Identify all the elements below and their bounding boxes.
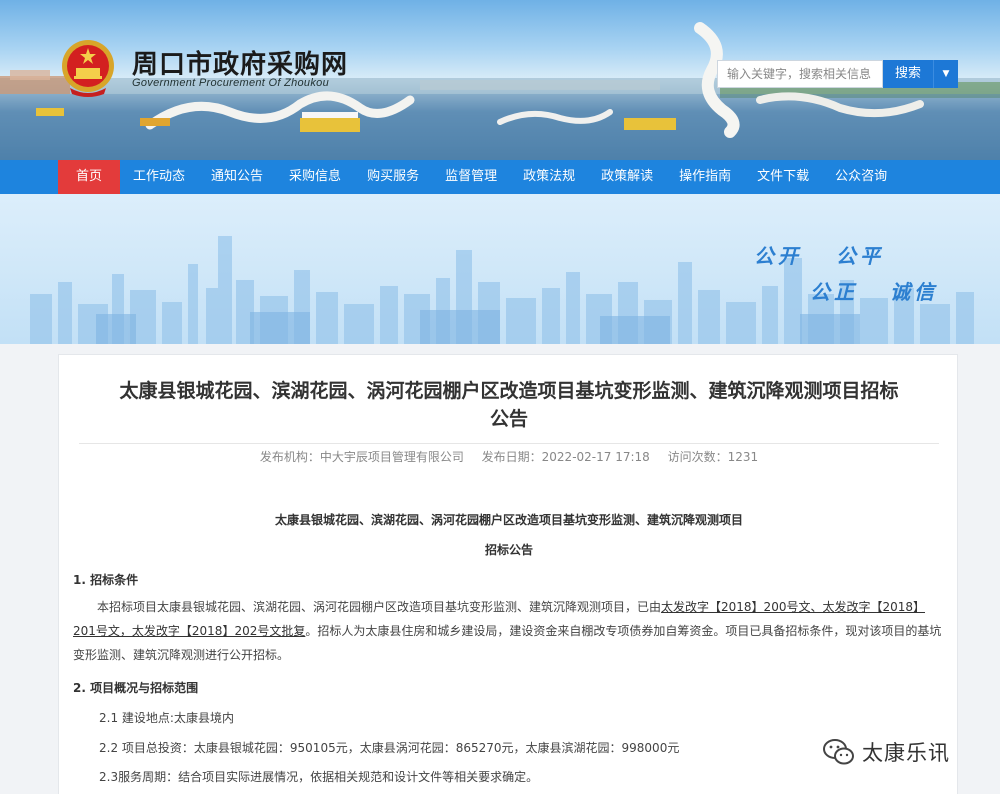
nav-item-work-news[interactable]: 工作动态 (120, 160, 198, 194)
nav-item-guide[interactable]: 操作指南 (666, 160, 744, 194)
search-input[interactable]: 输入关键字，搜索相关信息 (717, 60, 883, 88)
search-button[interactable]: 搜索 (883, 60, 933, 88)
article-title: 太康县银城花园、滨湖花园、涡河花园棚户区改造项目基坑变形监测、建筑沉降观测项目招… (119, 380, 899, 430)
nav-item-downloads[interactable]: 文件下载 (744, 160, 822, 194)
watermark-text: 太康乐讯 (862, 741, 950, 765)
national-emblem-icon (62, 40, 114, 97)
slogan-integrity: 诚信 (890, 280, 938, 304)
nav-item-purchase-services[interactable]: 购买服务 (354, 160, 432, 194)
document-subtitle: 招标公告 (484, 543, 533, 557)
nav-item-policy-interpretation[interactable]: 政策解读 (588, 160, 666, 194)
article-meta: 发布机构：中大宇辰项目管理有限公司 发布日期：2022-02-17 17:18 … (79, 443, 939, 469)
publish-date: 发布日期：2022-02-17 17:18 (481, 450, 650, 464)
nav-item-home[interactable]: 首页 (58, 160, 121, 194)
nav-item-notices[interactable]: 通知公告 (198, 160, 276, 194)
list-item: 2.1 建设地点:太康县境内 (99, 711, 234, 725)
slogan-fairness: 公平 (836, 244, 884, 268)
main-nav: 首页 工作动态 通知公告 采购信息 购买服务 监督管理 政策法规 政策解读 操作… (0, 160, 1000, 194)
slogan-justice: 公正 (810, 280, 858, 304)
list-item: 2.3服务周期：结合项目实际进展情况，依据相关规范和设计文件等相关要求确定。 (99, 770, 539, 784)
document-title: 太康县银城花园、滨湖花园、涡河花园棚户区改造项目基坑变形监测、建筑沉降观测项目 (274, 513, 743, 527)
wechat-icon (823, 739, 854, 765)
nav-item-policies[interactable]: 政策法规 (510, 160, 588, 194)
section-heading: 1. 招标条件 (73, 573, 139, 587)
site-subtitle: Government Procurement Of Zhoukou (132, 77, 329, 89)
publisher: 发布机构：中大宇辰项目管理有限公司 (259, 450, 464, 464)
nav-item-supervision[interactable]: 监督管理 (432, 160, 510, 194)
chevron-down-icon[interactable]: ▼ (933, 60, 958, 88)
list-item: 2.2 项目总投资：太康县银城花园：950105元，太康县涡河花园：865270… (99, 741, 680, 755)
wechat-watermark: 太康乐讯 (822, 734, 950, 770)
paragraph: 本招标项目太康县银城花园、滨湖花园、涡河花园棚户区改造项目基坑变形监测、建筑沉降… (73, 600, 942, 662)
site-header: 周口市政府采购网 Government Procurement Of Zhouk… (0, 0, 1000, 160)
slogan-openness: 公开 (754, 244, 802, 268)
site-title[interactable]: 周口市政府采购网 (132, 44, 348, 81)
city-skyline-graphic (30, 236, 974, 344)
section-heading: 2. 项目概况与招标范围 (73, 681, 199, 695)
banner: 公开 公平 公正 诚信 (0, 194, 1000, 344)
visit-count: 访问次数：1231 (667, 450, 759, 464)
nav-item-public-consultation[interactable]: 公众咨询 (822, 160, 900, 194)
nav-item-procurement-info[interactable]: 采购信息 (276, 160, 354, 194)
article-container: 太康县银城花园、滨湖花园、涡河花园棚户区改造项目基坑变形监测、建筑沉降观测项目招… (58, 354, 958, 794)
